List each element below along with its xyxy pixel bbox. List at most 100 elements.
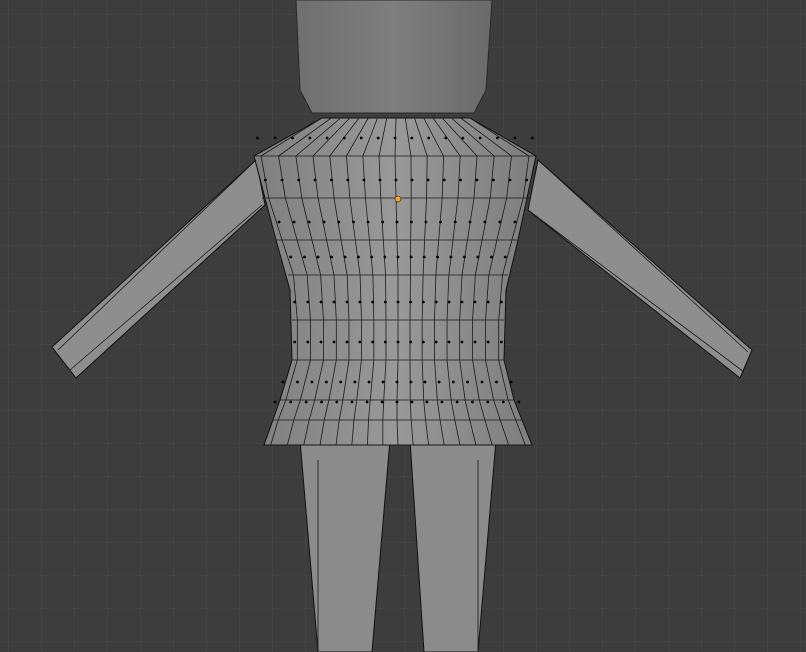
mesh-vertex: [280, 178, 284, 182]
mesh-vertex: [475, 178, 479, 182]
mesh-vertex: [422, 255, 426, 259]
mesh-vertex: [319, 340, 323, 344]
mesh-vertex: [409, 340, 413, 344]
mesh-vertex: [473, 340, 477, 344]
mesh-vertex: [395, 380, 399, 384]
mesh-vertex: [293, 300, 297, 304]
mesh-vertex: [427, 136, 431, 140]
mesh-vertex: [342, 136, 346, 140]
mesh-vertex: [503, 255, 507, 259]
mesh-vertex: [306, 340, 310, 344]
mesh-vertex: [343, 255, 347, 259]
mesh-vertex: [460, 340, 464, 344]
mesh-vertex: [304, 400, 308, 404]
mesh-vertex: [370, 255, 374, 259]
mesh-vertex: [434, 300, 438, 304]
mesh-vertex: [480, 380, 484, 384]
mesh-vertex: [359, 136, 363, 140]
mesh-vertex: [256, 136, 259, 140]
mesh-vertex: [376, 136, 380, 140]
mesh-vertex: [332, 300, 336, 304]
mesh-vertex: [324, 380, 328, 384]
mesh-vertex: [451, 380, 455, 384]
mesh-vertex: [365, 400, 369, 404]
mesh-vertex: [358, 340, 362, 344]
mesh-vertex: [273, 136, 277, 140]
mesh-vertex: [462, 255, 466, 259]
mesh-vertex: [277, 220, 281, 224]
mesh-vertex: [440, 400, 444, 404]
mesh-vertex: [517, 400, 521, 404]
mesh-vertex: [381, 220, 384, 224]
mesh-vertex: [509, 380, 513, 384]
mesh-vertex: [499, 340, 503, 344]
mesh-vertex: [332, 340, 336, 344]
mesh-vertex: [513, 136, 517, 140]
mesh-vertex: [531, 136, 534, 140]
mesh-vertex: [396, 340, 400, 344]
mesh-vertex: [330, 255, 334, 259]
mesh-vertex: [423, 380, 427, 384]
mesh-vertex: [395, 400, 399, 404]
mesh-vertex: [426, 178, 430, 182]
mesh-vertex: [508, 178, 512, 182]
mesh-vertex: [393, 136, 397, 140]
mesh-vertex: [263, 178, 267, 182]
mesh-vertex: [310, 380, 314, 384]
mesh-vertex: [383, 340, 387, 344]
mesh-vertex: [339, 380, 343, 384]
mesh-vertex: [410, 220, 413, 224]
mesh-vertex: [337, 220, 341, 224]
mesh-vertex: [380, 400, 384, 404]
mesh-vertex: [316, 255, 320, 259]
mesh-vertex: [410, 400, 414, 404]
mesh-vertex: [396, 300, 400, 304]
mesh-vertex: [297, 178, 301, 182]
mesh-vertex: [345, 300, 349, 304]
mesh-vertex: [306, 300, 310, 304]
mesh-vertex: [424, 220, 428, 224]
mesh-vertex: [383, 300, 387, 304]
mesh-vertex: [410, 178, 414, 182]
mesh-vertex: [353, 380, 357, 384]
mesh-vertex: [436, 255, 439, 259]
mesh-vertex: [308, 136, 312, 140]
mesh-vertex: [455, 400, 459, 404]
mesh-vertex: [437, 380, 441, 384]
viewport-canvas[interactable]: [0, 0, 806, 652]
mesh-vertex: [319, 300, 323, 304]
mesh-vertex: [461, 136, 465, 140]
mesh-vertex: [396, 255, 400, 259]
mesh-vertex: [447, 300, 451, 304]
mesh-vertex: [501, 400, 505, 404]
mesh-vertex: [381, 380, 385, 384]
3d-viewport[interactable]: [0, 0, 806, 652]
mesh-vertex: [496, 136, 499, 140]
object-origin[interactable]: [394, 195, 402, 203]
mesh-vertex: [498, 220, 502, 224]
mesh-vertex: [291, 136, 294, 140]
mesh-vertex: [362, 178, 366, 182]
mesh-vertex: [383, 255, 387, 259]
mesh-vertex: [289, 400, 293, 404]
mesh-vertex: [434, 340, 438, 344]
mesh-vertex: [371, 300, 375, 304]
mesh-vertex: [313, 178, 317, 182]
mesh-vertex: [409, 380, 413, 384]
mesh-vertex: [293, 340, 297, 344]
head-mesh[interactable]: [295, 0, 493, 114]
mesh-vertex: [307, 220, 311, 224]
mesh-vertex: [371, 340, 375, 344]
mesh-vertex: [444, 136, 448, 140]
mesh-vertex: [303, 255, 306, 259]
mesh-vertex: [281, 380, 285, 384]
mesh-vertex: [320, 400, 323, 404]
mesh-vertex: [409, 255, 413, 259]
mesh-vertex: [366, 220, 370, 224]
mesh-vertex: [490, 255, 493, 259]
mesh-vertex: [495, 380, 498, 384]
mesh-vertex: [410, 136, 414, 140]
mesh-vertex: [352, 220, 355, 224]
mesh-vertex: [292, 220, 296, 224]
mesh-vertex: [425, 400, 429, 404]
